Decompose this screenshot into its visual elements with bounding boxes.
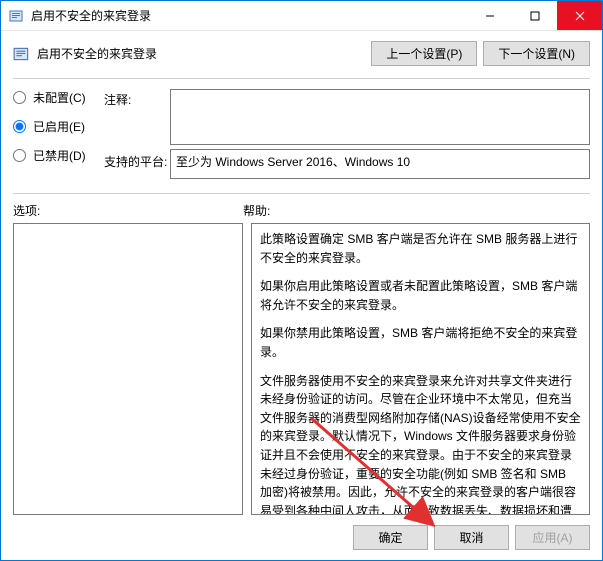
help-text: 文件服务器使用不安全的来宾登录来允许对共享文件夹进行未经身份验证的访问。尽管在企… xyxy=(260,372,581,515)
radio-not-configured[interactable]: 未配置(C) xyxy=(13,89,98,106)
dialog-window: 启用不安全的来宾登录 启用不安全的来宾登录 上一个设置(P) 下一个设置(N) … xyxy=(0,0,603,561)
supported-platform-text: 至少为 Windows Server 2016、Windows 10 xyxy=(176,155,410,169)
options-panel xyxy=(13,223,243,515)
divider xyxy=(13,78,590,79)
help-text: 如果你启用此策略设置或者未配置此策略设置，SMB 客户端将允许不安全的来宾登录。 xyxy=(260,277,581,314)
comment-input[interactable] xyxy=(170,89,590,145)
previous-setting-button[interactable]: 上一个设置(P) xyxy=(371,41,477,66)
supported-platform-box: 至少为 Windows Server 2016、Windows 10 xyxy=(170,149,590,179)
comment-label: 注释: xyxy=(104,89,164,108)
window-title: 启用不安全的来宾登录 xyxy=(31,7,467,24)
radio-enabled-input[interactable] xyxy=(13,120,26,133)
maximize-button[interactable] xyxy=(512,1,557,30)
help-panel[interactable]: 此策略设置确定 SMB 客户端是否允许在 SMB 服务器上进行不安全的来宾登录。… xyxy=(251,223,590,515)
options-label: 选项: xyxy=(13,202,243,219)
close-button[interactable] xyxy=(557,1,602,30)
radio-not-configured-input[interactable] xyxy=(13,91,26,104)
policy-icon xyxy=(13,45,31,63)
radio-disabled-input[interactable] xyxy=(13,149,26,162)
cancel-button[interactable]: 取消 xyxy=(434,525,509,550)
policy-icon xyxy=(9,8,25,24)
radio-label: 未配置(C) xyxy=(33,89,86,106)
minimize-button[interactable] xyxy=(467,1,512,30)
titlebar: 启用不安全的来宾登录 xyxy=(1,1,602,31)
next-setting-button[interactable]: 下一个设置(N) xyxy=(483,41,590,66)
supported-platform-label: 支持的平台: xyxy=(104,149,164,170)
help-label: 帮助: xyxy=(243,202,590,219)
dialog-footer: 确定 取消 应用(A) xyxy=(1,525,602,560)
radio-disabled[interactable]: 已禁用(D) xyxy=(13,147,98,164)
policy-title: 启用不安全的来宾登录 xyxy=(37,45,371,62)
radio-label: 已禁用(D) xyxy=(33,147,86,164)
divider xyxy=(13,193,590,194)
apply-button: 应用(A) xyxy=(515,525,590,550)
ok-button[interactable]: 确定 xyxy=(353,525,428,550)
help-text: 此策略设置确定 SMB 客户端是否允许在 SMB 服务器上进行不安全的来宾登录。 xyxy=(260,230,581,267)
radio-enabled[interactable]: 已启用(E) xyxy=(13,118,98,135)
radio-label: 已启用(E) xyxy=(33,118,85,135)
help-text: 如果你禁用此策略设置，SMB 客户端将拒绝不安全的来宾登录。 xyxy=(260,324,581,361)
